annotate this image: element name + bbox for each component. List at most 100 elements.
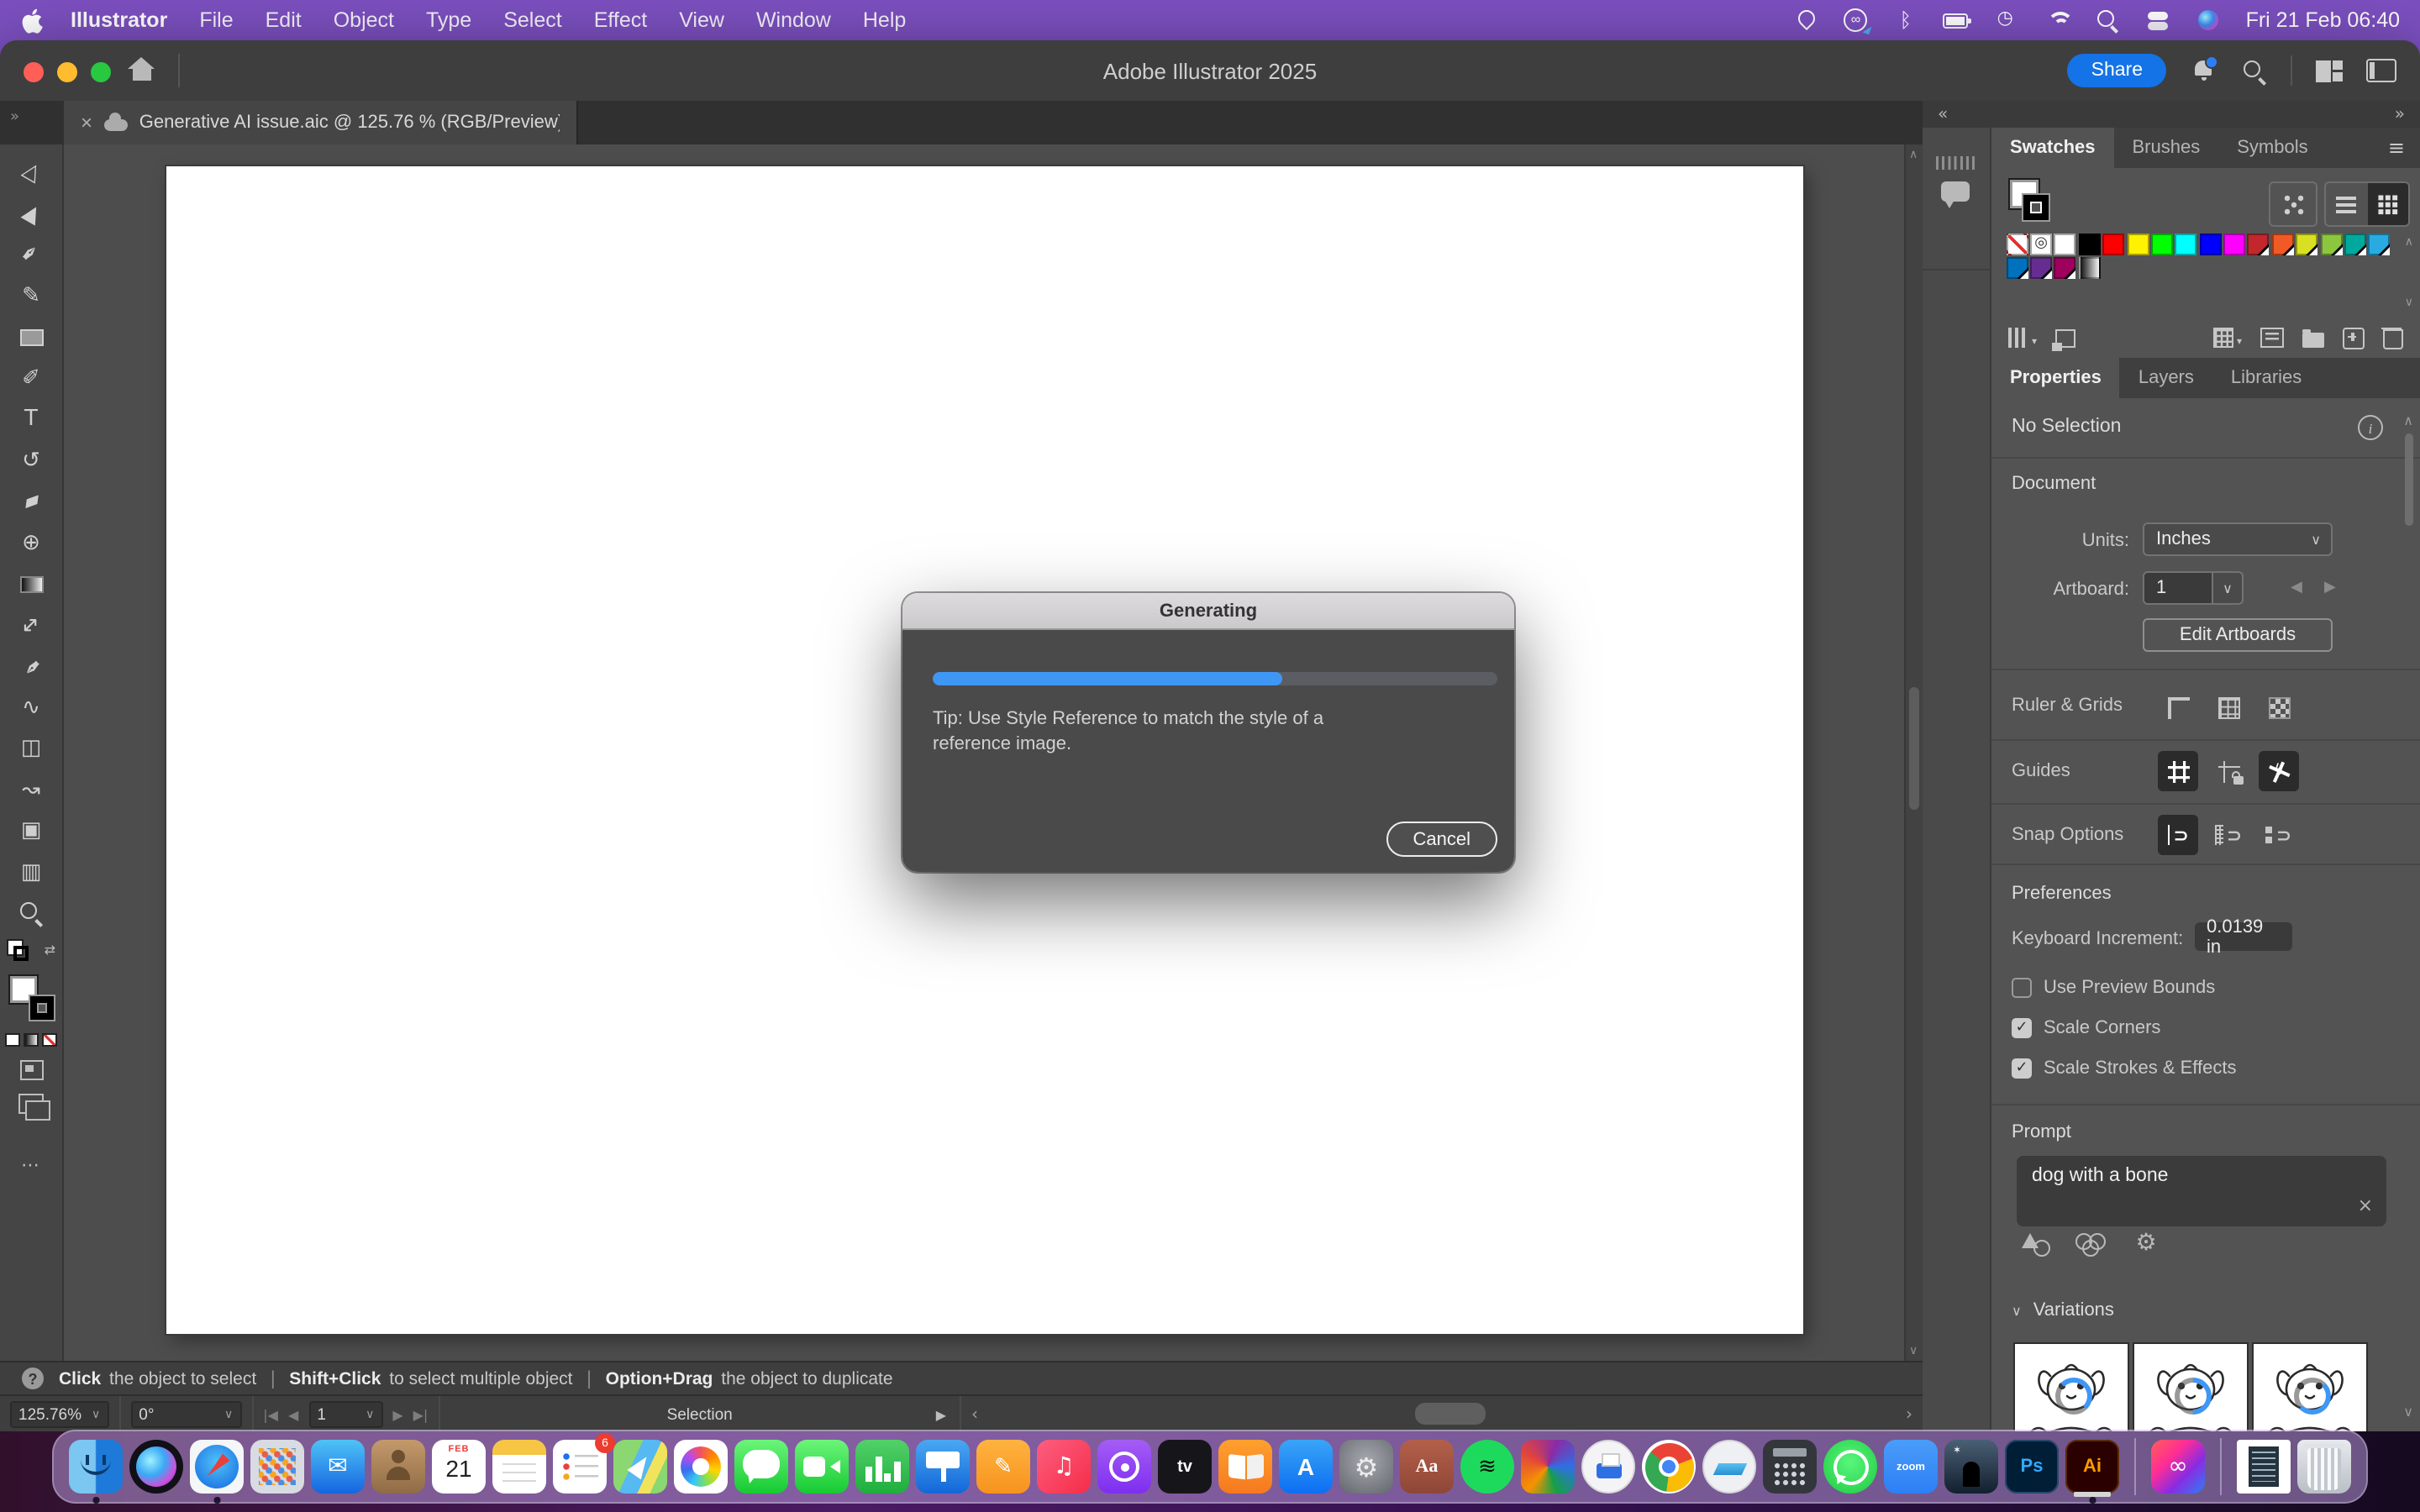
next-artboard-icon[interactable]: ▶ [2324,580,2336,596]
dock-tv[interactable]: tv [1158,1440,1212,1494]
dock-maps[interactable] [613,1440,667,1494]
curvature-tool[interactable]: ✎ [0,283,62,308]
dock-notes[interactable] [492,1440,546,1494]
document-tab[interactable]: × Generative AI issue.aic @ 125.76 % (RG… [64,101,578,144]
swatch-purple[interactable] [2030,257,2052,279]
collapse-panels-left-icon[interactable]: « [1938,105,1948,123]
next-artboard-icon[interactable]: ▶ [392,1407,402,1422]
expand-tools-icon[interactable]: » [10,109,19,126]
selection-tool[interactable]: ▷ [0,160,62,185]
wifi-icon[interactable] [2044,7,2071,34]
dock-contacts[interactable] [371,1440,425,1494]
zoom-level-control[interactable]: 125.76%∨ [0,1396,120,1431]
eraser-tool[interactable]: ▰ [0,489,62,514]
show-grid-icon[interactable] [2208,687,2249,727]
dock-kindle[interactable]: ✶ [1944,1440,1998,1494]
show-swatch-kinds-button[interactable] [2269,181,2317,227]
generate-variations-icon[interactable] [2018,1228,2052,1258]
fill-stroke-indicator[interactable] [8,974,54,1020]
dock-calculator[interactable] [1763,1440,1817,1494]
variation-thumbnail-2[interactable] [2134,1344,2247,1431]
dock-photoshop[interactable]: Ps [2005,1440,2059,1494]
swatch-options-icon[interactable] [2260,328,2284,348]
rotate-tool[interactable]: ↺ [0,448,62,473]
scroll-left-icon[interactable]: ‹ [971,1405,978,1424]
snap-to-grid-icon[interactable]: ⊃ [2208,815,2249,855]
tab-libraries[interactable]: Libraries [2212,358,2320,398]
control-center-icon[interactable] [2145,7,2172,34]
swatch-none[interactable] [2006,233,2028,255]
menu-file[interactable]: File [199,8,233,32]
minimize-window-button[interactable] [57,62,77,82]
stroke-color-well[interactable] [30,996,54,1020]
comments-panel-icon[interactable] [1941,181,1970,202]
pen-tool[interactable]: ✒ [0,242,62,267]
dock-zoom[interactable]: zoom [1884,1440,1938,1494]
home-icon[interactable] [128,57,155,89]
edit-toolbar-icon[interactable]: ⋯ [21,1154,41,1176]
mini-fill-stroke-indicator[interactable] [7,939,29,961]
menu-help[interactable]: Help [863,8,906,32]
dock-document[interactable] [2237,1440,2291,1494]
help-icon[interactable]: ? [22,1368,44,1389]
close-window-button[interactable] [24,62,44,82]
dock-photos[interactable] [674,1440,728,1494]
dock-podcasts[interactable] [1097,1440,1151,1494]
dock-calendar[interactable]: FEB21 [432,1440,486,1494]
swatch-teal[interactable] [2344,233,2366,255]
menu-view[interactable]: View [679,8,724,32]
type-tool[interactable]: T [0,407,62,432]
dock-siri[interactable] [129,1440,183,1494]
dock-reminders[interactable]: 6 [553,1440,607,1494]
dock-chrome[interactable] [1642,1440,1696,1494]
swatch-cyan[interactable] [2175,233,2197,255]
dock-launchpad[interactable] [250,1440,304,1494]
show-guides-icon[interactable] [2158,751,2198,791]
delete-swatch-icon[interactable] [2383,326,2403,349]
grid-view-button[interactable] [2367,183,2408,225]
dock-messages[interactable] [734,1440,788,1494]
none-button[interactable] [42,1033,57,1047]
dock-books[interactable] [1218,1440,1272,1494]
collapse-panels-right-icon[interactable]: » [2395,105,2405,123]
siri-icon[interactable] [2196,7,2223,34]
dock-image-capture[interactable] [1702,1440,1756,1494]
zoom-window-button[interactable] [91,62,111,82]
previous-artboard-icon[interactable]: ◀ [288,1407,298,1422]
dock-app-store[interactable]: A [1279,1440,1333,1494]
battery-icon[interactable] [1944,7,1970,34]
snap-to-point-icon[interactable]: ⊃ [2158,815,2198,855]
location-icon[interactable] [1792,7,1819,34]
swatch-black[interactable] [2079,233,2101,255]
menu-window[interactable]: Window [756,8,831,32]
spotlight-icon[interactable] [2095,7,2122,34]
blend-tool[interactable]: ◫ [0,736,62,761]
rectangle-tool[interactable] [0,324,62,349]
width-tool[interactable]: ↔ [0,612,62,638]
first-artboard-icon[interactable]: |◀ [263,1407,278,1422]
notifications-bell-icon[interactable] [2190,57,2217,84]
swatch-white[interactable] [2054,233,2076,255]
horizontal-scroll-thumb[interactable] [1415,1403,1486,1425]
dock-avg[interactable] [1521,1440,1575,1494]
swatch-scroll-down-icon[interactable]: ∨ [2405,296,2413,309]
dock-pages[interactable]: ✎ [976,1440,1030,1494]
swatch-white-black-gradient[interactable] [2079,257,2101,279]
graph-tool[interactable]: ▥ [0,859,62,885]
horizontal-scrollbar[interactable]: ‹ › [961,1396,1923,1431]
panel-scroll-thumb[interactable] [2405,433,2413,526]
lock-guides-icon[interactable] [2208,751,2249,791]
scroll-right-icon[interactable]: › [1906,1405,1912,1424]
swap-fill-stroke-icon[interactable]: ⇄ [45,942,55,958]
chevron-down-icon[interactable]: ∨ [224,1408,233,1421]
dock-numbers[interactable] [855,1440,909,1494]
variation-thumbnail-3[interactable] [2254,1344,2366,1431]
drawing-modes-icon[interactable] [19,1060,43,1080]
smart-guides-icon[interactable]: ϟ [2259,751,2299,791]
gradient-tool[interactable] [0,571,62,596]
zoom-tool[interactable] [0,900,62,926]
swatch-sky-blue[interactable] [2369,233,2391,255]
swatch-scroll-up-icon[interactable]: ∧ [2405,235,2413,249]
warp-tool[interactable]: ∿ [0,695,62,720]
artboard-tool[interactable]: ▣ [0,818,62,843]
